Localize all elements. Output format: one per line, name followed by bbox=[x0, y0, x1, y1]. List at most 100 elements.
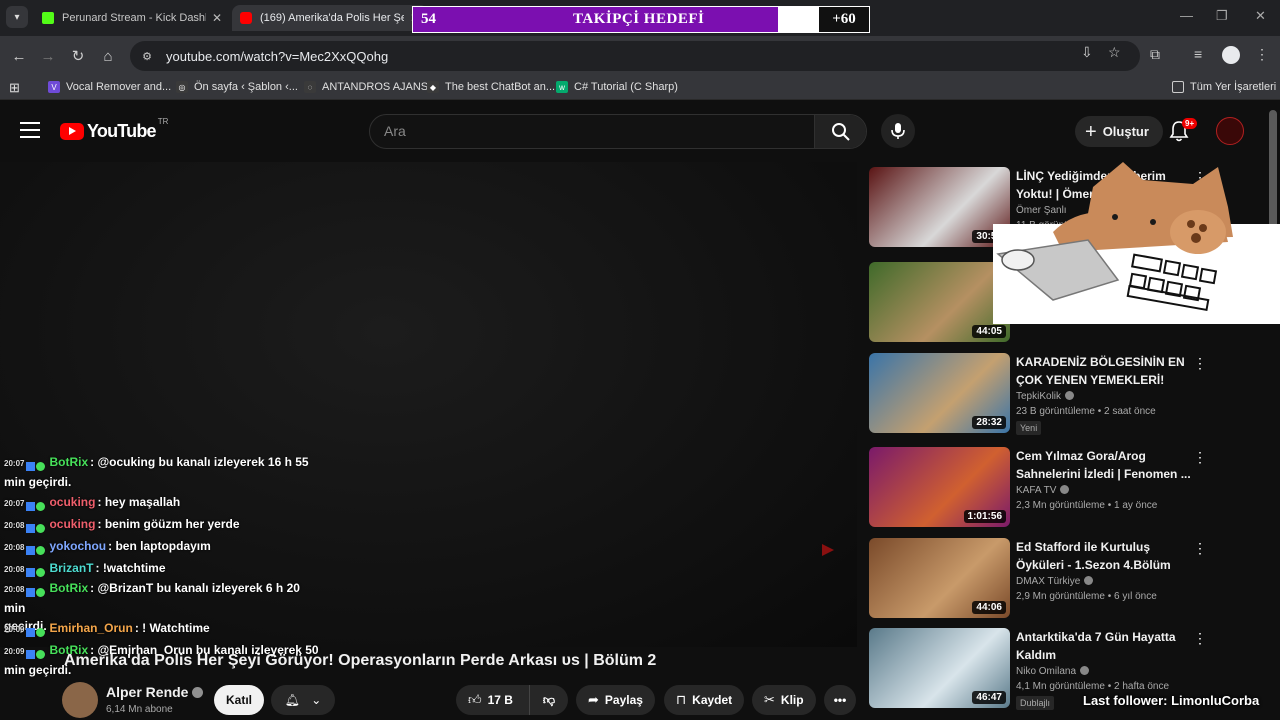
youtube-logo[interactable]: YouTube TR bbox=[60, 117, 168, 142]
recommended-views: 2,9 Mn görüntüleme • 6 yıl önce bbox=[1016, 591, 1157, 602]
w3schools-icon: w bbox=[556, 81, 568, 93]
chat-time: 20:08 bbox=[4, 565, 25, 574]
recommended-title[interactable]: Cem Yılmaz Gora/Arog Sahnelerini İzledi … bbox=[1016, 447, 1196, 483]
browser-toolbar: ← → ↻ ⌂ ⚙ youtube.com/watch?v=Mec2XxQQoh… bbox=[0, 36, 1280, 76]
all-bookmarks[interactable]: Tüm Yer İşaretleri bbox=[1172, 81, 1276, 93]
chat-badge-icon bbox=[26, 542, 46, 556]
tab-youtube-video[interactable]: (169) Amerika'da Polis Her Şeyi Görüyor … bbox=[232, 5, 428, 31]
search-input[interactable]: Ara bbox=[384, 123, 406, 139]
video-thumbnail[interactable]: 44:06 bbox=[869, 538, 1010, 618]
recommended-channel[interactable]: Niko Omilana bbox=[1016, 666, 1196, 677]
bookmark-vocal-remover[interactable]: V Vocal Remover and... bbox=[48, 81, 171, 93]
logo-text: YouTube bbox=[87, 121, 157, 141]
channel-text: Niko Omilana bbox=[1016, 666, 1077, 677]
chat-text: : ! Watchtime bbox=[134, 621, 210, 635]
apps-grid-icon[interactable]: ⊞ bbox=[9, 80, 20, 96]
chat-username: ocuking bbox=[49, 495, 96, 509]
recommended-views: 2,3 Mn görüntüleme • 1 ay önce bbox=[1016, 500, 1158, 511]
chat-text-continued: min geçirdi. bbox=[4, 663, 72, 677]
profile-avatar[interactable] bbox=[1222, 46, 1240, 64]
browser-menu-icon[interactable]: ⋮ bbox=[1255, 46, 1269, 63]
create-label: Oluştur bbox=[1102, 124, 1149, 139]
chat-message: 20:08 yokochou: ben laptopdayım bbox=[4, 537, 322, 557]
dislike-button[interactable]: 👎︎ bbox=[530, 693, 568, 708]
maximize-icon[interactable]: ❐ bbox=[1216, 8, 1228, 24]
recommended-video[interactable]: 1:01:56 Cem Yılmaz Gora/Arog Sahnelerini … bbox=[869, 447, 1269, 535]
recommended-channel[interactable]: KAFA TV bbox=[1016, 485, 1196, 496]
search-button[interactable] bbox=[814, 115, 866, 148]
video-thumbnail[interactable]: 28:32 bbox=[869, 353, 1010, 433]
close-window-icon[interactable]: ✕ bbox=[1255, 8, 1266, 24]
video-thumbnail[interactable]: 44:05 bbox=[869, 262, 1010, 342]
chat-badge-icon bbox=[26, 458, 46, 472]
close-tab-icon[interactable]: ✕ bbox=[212, 11, 222, 25]
join-button[interactable]: Katıl bbox=[214, 685, 265, 715]
subscribed-button[interactable]: 🔔︎ ⌄ bbox=[271, 685, 335, 715]
youtube-header: YouTube TR Ara + Oluştur 9+ bbox=[0, 100, 1280, 162]
chat-time: 20:09 bbox=[4, 625, 25, 634]
recommended-channel[interactable]: DMAX Türkiye bbox=[1016, 576, 1196, 587]
follower-goal-widget: 54 TAKİPÇİ HEDEFİ +60 bbox=[412, 6, 870, 33]
reload-icon[interactable]: ↻ bbox=[67, 45, 89, 67]
chat-time: 20:08 bbox=[4, 585, 25, 594]
forward-icon[interactable]: → bbox=[37, 45, 59, 67]
address-bar[interactable]: ⚙ youtube.com/watch?v=Mec2XxQQohg bbox=[130, 41, 1140, 71]
chat-badge-icon bbox=[26, 584, 46, 598]
share-button[interactable]: ➦ Paylaş bbox=[576, 685, 655, 715]
like-button[interactable]: 👍︎ 17 B bbox=[456, 685, 530, 715]
clip-button[interactable]: ✂ Klip bbox=[752, 685, 816, 715]
chat-text: : hey maşallah bbox=[97, 495, 181, 509]
create-button[interactable]: + Oluştur bbox=[1075, 116, 1163, 147]
save-button[interactable]: ⊓ Kaydet bbox=[664, 685, 745, 715]
chat-badge-icon bbox=[26, 498, 46, 512]
home-icon[interactable]: ⌂ bbox=[97, 45, 119, 67]
more-options-icon[interactable]: ⋮ bbox=[1193, 630, 1207, 647]
video-duration: 1:01:56 bbox=[963, 510, 1006, 523]
chat-message: 20:08 BrizanT: !watchtime bbox=[4, 559, 322, 579]
more-icon: ••• bbox=[833, 693, 847, 707]
channel-name[interactable]: Alper Rende bbox=[106, 684, 204, 700]
install-app-icon[interactable]: ⇩ bbox=[1081, 44, 1093, 61]
video-thumbnail[interactable]: 46:47 bbox=[869, 628, 1010, 708]
bookmark-label: The best ChatBot an... bbox=[445, 81, 556, 93]
recommended-video[interactable]: 44:06 Ed Stafford ile Kurtuluş Öyküleri -… bbox=[869, 538, 1269, 626]
plus-icon: + bbox=[1085, 120, 1097, 143]
back-icon[interactable]: ← bbox=[8, 45, 30, 67]
video-thumbnail[interactable]: 30:51 bbox=[869, 167, 1010, 247]
more-options-icon[interactable]: ⋮ bbox=[1193, 449, 1207, 466]
bookmark-chatbot[interactable]: ◆ The best ChatBot an... bbox=[427, 81, 555, 93]
url-text: youtube.com/watch?v=Mec2XxQQohg bbox=[166, 48, 389, 64]
recommended-video[interactable]: 28:32 KARADENİZ BÖLGESİNİN EN ÇOK YENEN Y… bbox=[869, 353, 1269, 441]
recommended-title[interactable]: Ed Stafford ile Kurtuluş Öyküleri - 1.Se… bbox=[1016, 538, 1196, 574]
site-info-icon[interactable]: ⚙ bbox=[138, 47, 156, 65]
search-box[interactable]: Ara bbox=[369, 114, 867, 149]
channel-avatar[interactable] bbox=[62, 682, 98, 718]
more-options-icon[interactable]: ⋮ bbox=[1193, 355, 1207, 372]
recommended-title[interactable]: Antarktika'da 7 Gün Hayatta Kaldım bbox=[1016, 628, 1196, 664]
bookmark-antandros[interactable]: ◌ ANTANDROS AJANS bbox=[304, 81, 428, 93]
account-avatar[interactable] bbox=[1216, 117, 1244, 145]
chat-message: 20:07 BotRix: @ocuking bu kanalı izleyere… bbox=[4, 453, 322, 491]
more-actions-button[interactable]: ••• bbox=[824, 685, 856, 715]
verified-icon bbox=[1084, 576, 1094, 585]
video-thumbnail[interactable]: 1:01:56 bbox=[869, 447, 1010, 527]
minimize-icon[interactable]: — bbox=[1180, 8, 1193, 23]
voice-search-button[interactable] bbox=[881, 114, 915, 148]
media-control-icon[interactable]: ≡ bbox=[1194, 46, 1202, 62]
video-meta: Cem Yılmaz Gora/Arog Sahnelerini İzledi … bbox=[1016, 447, 1196, 511]
bookmark-star-icon[interactable]: ☆ bbox=[1108, 44, 1121, 61]
chat-time: 20:07 bbox=[4, 499, 25, 508]
recommended-channel[interactable]: TepkiKolik bbox=[1016, 391, 1196, 402]
country-code: TR bbox=[157, 117, 169, 126]
more-options-icon[interactable]: ⋮ bbox=[1193, 540, 1207, 557]
menu-icon[interactable] bbox=[20, 122, 40, 138]
bookmark-on-sayfa[interactable]: ◎ Ön sayfa ‹ Şablon ‹... bbox=[176, 81, 298, 93]
tab-kick-dashboard[interactable]: Perunard Stream - Kick Dashboard ✕ bbox=[34, 5, 230, 31]
recommended-title[interactable]: KARADENİZ BÖLGESİNİN EN ÇOK YENEN YEMEKL… bbox=[1016, 353, 1196, 389]
kick-favicon-icon bbox=[42, 12, 54, 24]
tab-search-button[interactable]: ▾ bbox=[6, 6, 28, 28]
extensions-icon[interactable]: ⧉ bbox=[1150, 46, 1160, 63]
bookmark-csharp[interactable]: w C# Tutorial (C Sharp) bbox=[556, 81, 678, 93]
chat-text-continued: min geçirdi. bbox=[4, 475, 72, 489]
video-title: Amerika'da Polis Her Şeyi Görüyor! Opera… bbox=[64, 652, 657, 669]
